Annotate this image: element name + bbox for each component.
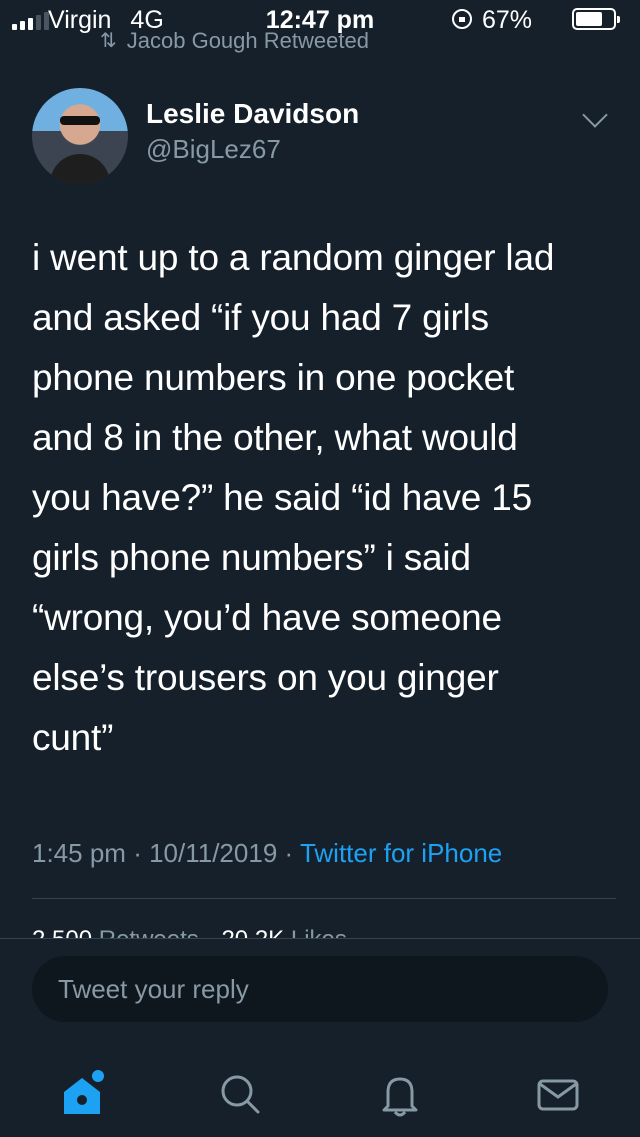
- tweet-meta: 1:45 pm · 10/11/2019 · Twitter for iPhon…: [32, 838, 503, 868]
- chevron-down-icon[interactable]: [582, 102, 608, 128]
- tab-home[interactable]: [54, 1066, 110, 1122]
- reply-input[interactable]: Tweet your reply: [32, 956, 608, 1022]
- rotation-lock-icon: [452, 9, 472, 29]
- home-icon: [64, 1070, 104, 1114]
- author-name[interactable]: Leslie Davidson: [146, 98, 359, 130]
- battery-icon: [572, 8, 620, 30]
- retweet-context: ⇅ Jacob Gough Retweeted: [100, 28, 369, 54]
- bell-icon: [382, 1077, 418, 1117]
- tweet-date: 10/11/2019: [149, 838, 278, 868]
- tweet-time: 1:45 pm: [32, 838, 126, 868]
- mail-icon: [537, 1079, 579, 1111]
- tab-messages[interactable]: [530, 1066, 586, 1122]
- tweet-text: i went up to a random ginger lad and ask…: [32, 237, 555, 758]
- battery-percentage: 67%: [482, 6, 533, 34]
- tab-bar: [0, 1050, 640, 1136]
- avatar[interactable]: [32, 88, 128, 184]
- retweet-icon: ⇅: [100, 30, 117, 52]
- retweet-context-text: Jacob Gough Retweeted: [126, 28, 369, 53]
- tab-search[interactable]: [212, 1066, 268, 1122]
- divider: [32, 898, 616, 899]
- tweet-source-link[interactable]: Twitter for iPhone: [300, 838, 502, 868]
- tab-notifications[interactable]: [372, 1066, 428, 1122]
- search-icon: [221, 1075, 260, 1114]
- author-handle[interactable]: @BigLez67: [146, 134, 281, 165]
